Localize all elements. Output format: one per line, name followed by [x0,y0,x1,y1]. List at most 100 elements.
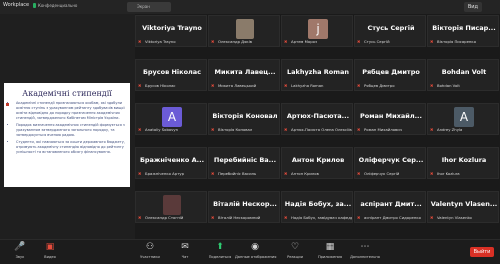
participant-tile[interactable]: Брусов Ніколас ✖ Брусов Ніколас [135,59,207,91]
participant-display-name: Viktoriya Trayno [142,24,202,32]
participant-name-label: Роман Михайлович [364,127,402,132]
meeting-window: Workplace Конфеденциально Экран Вид Акад… [0,0,500,264]
ellipsis-icon: ⋯ [360,242,370,252]
mic-muted-icon: ✖ [357,171,361,176]
apps-button[interactable]: ▦ Приложения [310,242,350,259]
heart-icon: ♡ [290,242,300,252]
participant-display-name: Антон Крилов [291,156,345,164]
video-button[interactable]: ▣ Видео [30,242,70,259]
participant-display-name: Bohdan Volt [441,68,487,76]
participant-name-label: Valentyn Vlasenko [437,215,472,220]
participant-display-name: Оліферчук Сер... [358,156,424,164]
record-button[interactable]: ◉ Данные отображения [235,242,276,259]
participant-tile[interactable]: Valentyn Vlasen... ✖ Valentyn Vlasenko [427,191,499,223]
participant-name-label: Вікторія Коновал [218,127,253,132]
participant-tile[interactable]: j ✖ Артем Мороз [281,15,353,47]
mic-muted-icon: ✖ [138,215,142,220]
share-button[interactable]: ⬆ Поделиться [200,242,240,259]
participant-tile[interactable]: ✖ Олександр Дяків [208,15,280,47]
participant-tile[interactable]: Микита Лавец... ✖ Микита Лавецький [208,59,280,91]
bottom-toolbar: 🎤 Звук ▣ Видео ⚇ Участники ✉ Чат ⬆ Подел… [0,239,500,264]
participant-tile[interactable]: Рябцев Дмитро ✖ Рябцев Дмитро [354,59,426,91]
shield-icon[interactable] [33,3,36,8]
participant-name-label: Оліферчук Сергій [364,171,400,176]
slide-title: Академічні стипендії [22,89,112,98]
participant-tile[interactable]: аспірант Дмит... ✖ аспірант Дмитро Сидорен… [354,191,426,223]
participant-display-name: Стусь Сергій [367,24,415,32]
participant-name-label: Антон Крилов [291,171,319,176]
participant-name-label: Вікторія Писаренко [437,39,477,44]
participant-display-name: Рябцев Дмитро [362,68,420,76]
mic-muted-icon: ✖ [430,171,434,176]
participant-display-name: Valentyn Vlasen... [430,200,498,208]
slide-bullet: Студенти, які навчаються за кошти держав… [16,140,126,155]
slide-bullet: Академічні стипендії призначаються особа… [16,101,126,121]
participant-name-label: Артем Мороз [291,39,317,44]
shared-screen-pane: Академічні стипендії Академічні стипенді… [0,14,135,239]
participant-tile[interactable]: A ✖ Andrey Zhyla [427,103,499,135]
participant-grid: Viktoriya Trayno ✖ Viktoriya Trayno ✖ Олекса… [135,15,500,239]
participant-tile[interactable]: Вікторія Коновал ✖ Вікторія Коновал [208,103,280,135]
mic-muted-icon: ✖ [430,127,434,132]
participant-tile[interactable]: ✖ Олександр Стогній [135,191,207,223]
participant-tile[interactable]: Вікторія Писар... ✖ Вікторія Писаренко [427,15,499,47]
mic-muted-icon: ✖ [211,39,215,44]
more-button[interactable]: ⋯ Дополнительно [345,242,385,259]
participant-name-label: Брусов Ніколас [145,83,176,88]
participant-tile[interactable]: Перебийніс Ва... ✖ Перебийніс Василь [208,147,280,179]
mic-muted-icon: ✖ [284,83,288,88]
mic-muted-icon: ✖ [284,215,288,220]
mic-muted-icon: ✖ [430,215,434,220]
mic-muted-icon: ✖ [284,39,288,44]
participant-name-label: Олександр Стогній [145,215,184,220]
participant-tile[interactable]: Бражніченко А... ✖ Бражніченко Артур [135,147,207,179]
participant-display-name: Lakhyzha Roman [286,68,350,76]
participant-display-name: Вікторія Коновал [212,112,278,120]
participant-display-name: Бражніченко А... [139,156,205,164]
participant-tile[interactable]: Lakhyzha Roman ✖ Lakhyzha Roman [281,59,353,91]
participant-display-name: Микита Лавец... [214,68,276,76]
apps-grid-icon: ▦ [325,242,335,252]
mic-muted-icon: ✖ [138,171,142,176]
participants-button[interactable]: ⚇ Участники [130,242,170,259]
participant-tile[interactable]: Стусь Сергій ✖ Стусь Сергій [354,15,426,47]
mic-muted-icon: ✖ [430,39,434,44]
avatar: A [454,107,474,127]
mic-muted-icon: ✖ [211,215,215,220]
mic-muted-icon: ✖ [357,215,361,220]
participant-tile[interactable]: Viktoriya Trayno ✖ Viktoriya Trayno [135,15,207,47]
participant-tile[interactable]: Ihor Kozlura ✖ Ihor Kozlura [427,147,499,179]
participant-display-name: Артюх-Пасюта... [286,112,350,120]
view-button[interactable]: Вид [463,2,482,12]
mic-muted-icon: ✖ [284,127,288,132]
participant-name-label: Andrey Zhyla [437,127,463,132]
participant-tile[interactable]: Артюх-Пасюта... ✖ Артюх-Пасюта Олена Олекс… [281,103,353,135]
mic-muted-icon: ✖ [430,83,434,88]
participant-name-label: Рябцев Дмитро [364,83,395,88]
participant-tile[interactable]: Віталій Нескор... ✖ Віталій Нескоромний [208,191,280,223]
top-bar: Workplace Конфеденциально Экран Вид [0,0,500,14]
slide-bullets: Академічні стипендії призначаються особа… [12,101,126,157]
chat-button[interactable]: ✉ Чат [165,242,205,259]
reactions-button[interactable]: ♡ Реакции [275,242,315,259]
mic-muted-icon: ✖ [138,83,142,88]
participant-display-name: Ihor Kozlura [441,156,487,164]
participant-tile[interactable]: Оліферчук Сер... ✖ Оліферчук Сергій [354,147,426,179]
participant-tile[interactable]: Антон Крилов ✖ Антон Крилов [281,147,353,179]
participant-tile[interactable]: Надія Бобух, за... ✖ Надія Бобух, завідува… [281,191,353,223]
avatar: j [308,19,328,39]
participant-display-name: Вікторія Писар... [432,24,496,32]
participant-tile[interactable]: Bohdan Volt ✖ Bohdan Volt [427,59,499,91]
mic-muted-icon: ✖ [357,127,361,132]
window-title: Workplace [3,2,30,8]
share-indicator[interactable]: Экран [127,2,171,12]
mic-muted-icon: ✖ [138,39,142,44]
participant-name-label: Бражніченко Артур [145,171,185,176]
leave-button[interactable]: Выйти [470,247,494,257]
mic-muted-icon: ✖ [357,83,361,88]
participant-tile[interactable]: Роман Михайл... ✖ Роман Михайлович [354,103,426,135]
mic-muted-icon: ✖ [284,171,288,176]
mic-muted-icon: ✖ [211,171,215,176]
participant-name-label: Микита Лавецький [218,83,257,88]
participant-tile[interactable]: A ✖ Anatoliy Sobovyn [135,103,207,135]
